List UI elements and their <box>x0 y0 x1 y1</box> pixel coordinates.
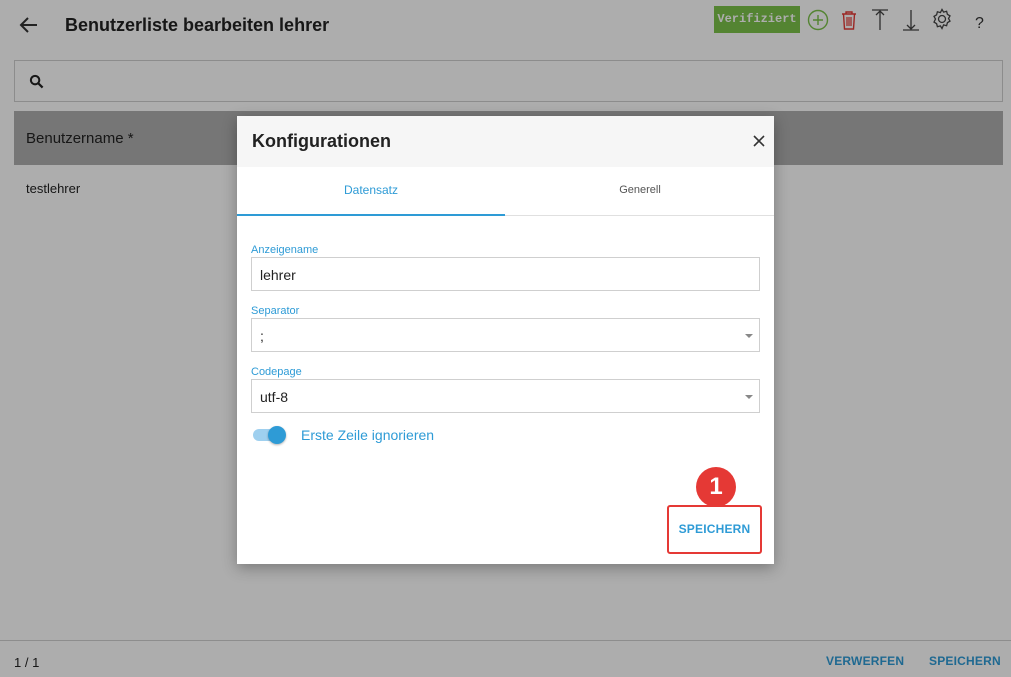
codepage-label: Codepage <box>251 366 302 378</box>
separator-value: ; <box>260 328 264 344</box>
display-name-value: lehrer <box>260 267 296 283</box>
codepage-select[interactable]: utf-8 <box>251 379 760 413</box>
codepage-value: utf-8 <box>260 389 289 405</box>
toggle-knob <box>268 426 286 444</box>
tab-datensatz[interactable]: Datensatz <box>237 167 505 216</box>
close-icon[interactable] <box>752 134 766 148</box>
display-name-label: Anzeigename <box>251 244 319 256</box>
display-name-field[interactable]: lehrer <box>251 257 760 291</box>
step-callout-badge: 1 <box>696 467 736 507</box>
configuration-dialog: Konfigurationen Datensatz Generell Anzei… <box>237 116 774 564</box>
chevron-down-icon <box>745 395 753 399</box>
dialog-title: Konfigurationen <box>252 131 391 151</box>
dialog-save-button[interactable]: SPEICHERN <box>667 505 762 554</box>
tab-generell[interactable]: Generell <box>506 167 774 216</box>
chevron-down-icon <box>745 334 753 338</box>
ignore-first-row-toggle[interactable] <box>253 426 287 444</box>
separator-select[interactable]: ; <box>251 318 760 352</box>
dialog-header: Konfigurationen <box>237 116 774 167</box>
dialog-tabs: Datensatz Generell <box>237 167 774 216</box>
separator-label: Separator <box>251 305 300 317</box>
ignore-first-row-label[interactable]: Erste Zeile ignorieren <box>301 427 434 443</box>
